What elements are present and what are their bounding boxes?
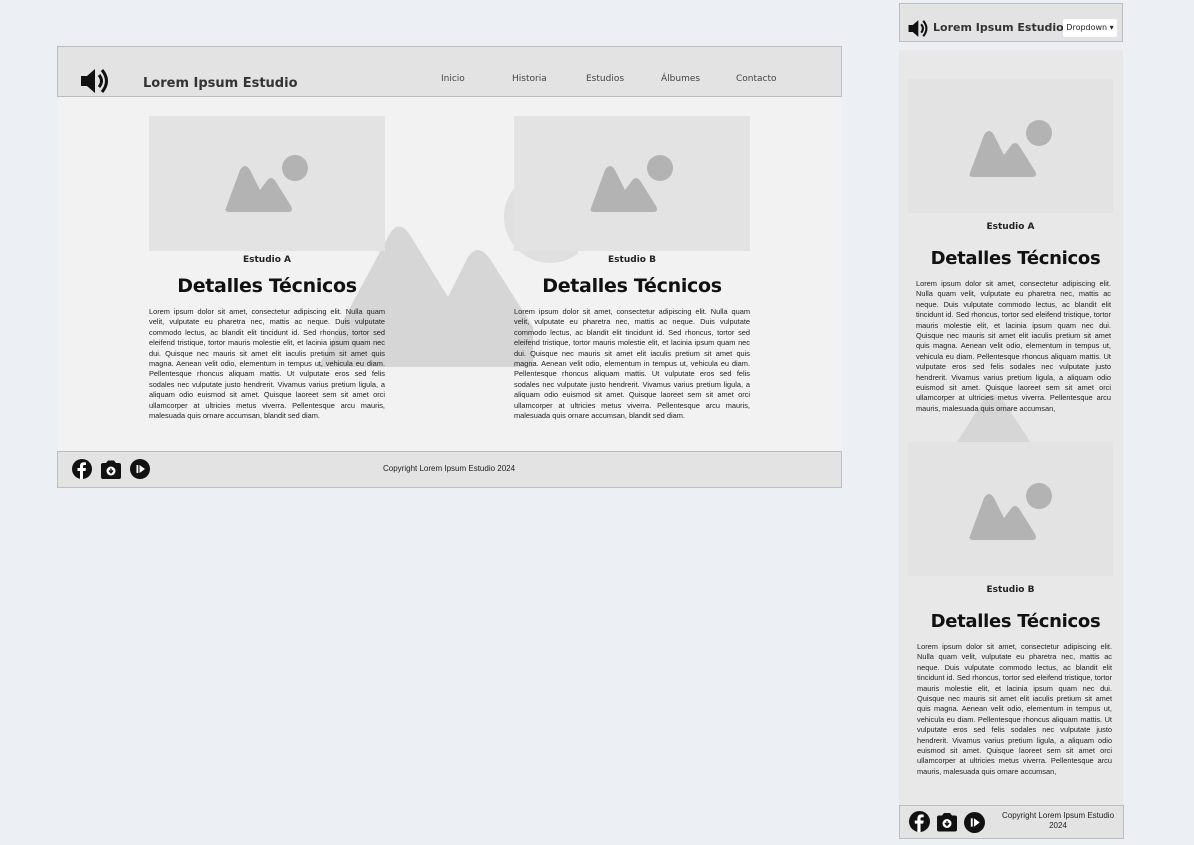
play-icon[interactable] [130,459,150,479]
mobile-card-b-heading: Detalles Técnicos [930,611,1101,632]
mobile-card-a-caption: Estudio A [986,222,1035,232]
camera-icon[interactable] [100,460,122,479]
mobile-card-b-image [908,442,1113,576]
copyright-text: Copyright Lorem Ipsum Estudio 2024 [383,464,516,473]
card-a-image [149,116,385,251]
nav-inicio[interactable]: Inicio [441,74,465,84]
mobile-mockup: Lorem Ipsum Estudio Dropdown ▾ Estudio A… [899,3,1124,839]
mobile-card-b-text: Lorem ipsum dolor sit amet, consectetur … [917,642,1112,776]
mobile-copyright-text: Copyright Lorem Ipsum Estudio 2024 [1001,811,1115,830]
facebook-icon[interactable] [72,459,92,479]
image-placeholder-icon [590,155,673,212]
card-b-image [514,116,750,251]
image-placeholder-icon [225,155,308,212]
card-b-heading: Detalles Técnicos [542,275,722,297]
card-b-caption: Estudio B [608,255,656,265]
image-placeholder-icon [969,120,1052,177]
dropdown-button[interactable]: Dropdown ▾ [1063,19,1117,37]
nav-contacto[interactable]: Contacto [736,74,777,84]
mobile-footer: Copyright Lorem Ipsum Estudio 2024 [899,805,1124,839]
speaker-icon[interactable] [79,66,110,96]
card-a-text: Lorem ipsum dolor sit amet, consectetur … [149,307,385,421]
desktop-header: Lorem Ipsum Estudio Inicio Historia Estu… [57,46,842,97]
card-b-text: Lorem ipsum dolor sit amet, consectetur … [514,307,750,421]
brand-name[interactable]: Lorem Ipsum Estudio [143,76,298,91]
mobile-card-a-image [908,79,1113,213]
mobile-brand-name[interactable]: Lorem Ipsum Estudio [933,21,1064,34]
desktop-footer: Copyright Lorem Ipsum Estudio 2024 [57,451,842,488]
nav-albumes[interactable]: Álbumes [661,74,700,84]
card-a-heading: Detalles Técnicos [177,275,357,297]
nav-historia[interactable]: Historia [512,74,547,84]
image-placeholder-icon [969,483,1052,540]
mobile-content: Estudio A Detalles Técnicos Lorem ipsum … [899,50,1123,805]
desktop-mockup: Lorem Ipsum Estudio Inicio Historia Estu… [57,46,842,488]
mobile-header: Lorem Ipsum Estudio Dropdown ▾ [899,3,1123,42]
desktop-content: Estudio A Detalles Técnicos Lorem ipsum … [58,97,841,451]
facebook-icon[interactable] [909,811,930,832]
mobile-card-a-heading: Detalles Técnicos [930,248,1101,269]
camera-icon[interactable] [936,812,958,832]
nav-estudios[interactable]: Estudios [586,74,624,84]
speaker-icon[interactable] [907,18,929,39]
play-icon[interactable] [964,812,985,833]
card-a-caption: Estudio A [242,255,292,265]
mobile-card-a-text: Lorem ipsum dolor sit amet, consectetur … [916,279,1111,413]
mobile-card-b-caption: Estudio B [986,585,1035,595]
